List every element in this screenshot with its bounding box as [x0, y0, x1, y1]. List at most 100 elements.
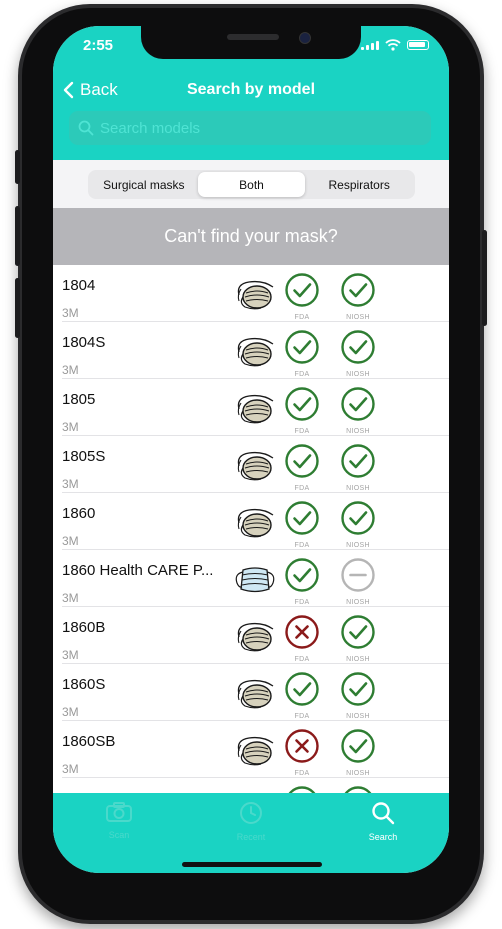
niosh-status: NIOSH — [338, 785, 378, 793]
niosh-status: NIOSH — [338, 272, 378, 321]
tab-search[interactable]: Search — [317, 801, 449, 842]
fda-status: FDA — [282, 614, 322, 663]
fda-status: FDA — [282, 500, 322, 549]
mask-type-icon-wrap — [233, 676, 277, 715]
tab-search-label: Search — [368, 832, 398, 842]
search-icon — [372, 802, 395, 825]
niosh-label: NIOSH — [346, 371, 370, 378]
niosh-label: NIOSH — [346, 314, 370, 321]
mask-row[interactable]: 1805 3M FDA NIOSH — [53, 379, 449, 436]
fda-label: FDA — [294, 713, 310, 720]
mask-model-name: 1804 — [62, 277, 96, 294]
volume-down-button — [15, 278, 20, 338]
search-placeholder: Search models — [100, 119, 201, 137]
mask-type-icon-wrap — [233, 733, 277, 772]
fda-status: FDA — [282, 671, 322, 720]
respirator-mask-icon — [237, 622, 274, 652]
x-circle-icon — [285, 615, 319, 649]
mask-brand: 3M — [62, 648, 79, 662]
check-circle-icon — [285, 558, 319, 592]
mask-row[interactable]: 1860 Health CARE P... 3M FDA NIOSH — [53, 550, 449, 607]
mask-row[interactable]: 1860B 3M FDA NIOSH — [53, 607, 449, 664]
segment-surgical-masks[interactable]: Surgical masks — [90, 172, 198, 197]
segment-both[interactable]: Both — [197, 172, 306, 197]
mask-row[interactable]: 1804 3M FDA NIOSH — [53, 265, 449, 322]
mask-model-name: 1860 Health CARE P... — [62, 562, 214, 579]
tab-scan[interactable]: Scan — [53, 801, 185, 840]
respirator-mask-icon — [237, 508, 274, 538]
fda-status: FDA — [282, 443, 322, 492]
wifi-icon — [385, 39, 401, 51]
check-circle-icon — [285, 273, 319, 307]
mask-list: 1804 3M FDA NIOSH 1804S 3M FDA NIOSH 1805 3M FDA NI… — [53, 265, 449, 793]
tab-recent[interactable]: Recent — [185, 801, 317, 842]
mask-model-name: 1860 — [62, 505, 96, 522]
cant-find-mask-button[interactable]: Can't find your mask? — [53, 208, 449, 265]
fda-label: FDA — [294, 314, 310, 321]
volume-up-button — [15, 206, 20, 266]
mask-row[interactable]: 1805S 3M FDA NIOSH — [53, 436, 449, 493]
tab-recent-label: Recent — [236, 832, 266, 842]
notch — [141, 26, 361, 59]
fda-label: FDA — [294, 599, 310, 606]
niosh-label: NIOSH — [346, 428, 370, 435]
respirator-mask-icon — [237, 337, 274, 367]
fda-label: FDA — [294, 371, 310, 378]
respirator-mask-icon — [237, 451, 274, 481]
fda-status: FDA — [282, 728, 322, 777]
mask-type-icon-wrap — [233, 277, 277, 316]
check-circle-icon — [341, 615, 375, 649]
niosh-label: NIOSH — [346, 485, 370, 492]
mask-row[interactable]: 1804S 3M FDA NIOSH — [53, 322, 449, 379]
check-circle-icon — [285, 672, 319, 706]
search-icon — [78, 120, 94, 136]
mask-type-icon-wrap — [233, 562, 277, 601]
niosh-status: NIOSH — [338, 386, 378, 435]
check-circle-icon — [341, 444, 375, 478]
mask-brand: 3M — [62, 420, 79, 434]
mask-model-name: 1805 — [62, 391, 96, 408]
surgical-mask-icon — [235, 567, 275, 593]
niosh-status: NIOSH — [338, 728, 378, 777]
check-circle-icon — [285, 387, 319, 421]
mask-type-icon-wrap — [233, 619, 277, 658]
mask-brand: 3M — [62, 534, 79, 548]
mask-row[interactable]: 18703MFDANIOSH — [53, 778, 449, 793]
mask-type-icon-wrap — [233, 391, 277, 430]
app-screen: 2:55 Back Search by model Search models … — [53, 26, 449, 873]
fda-status: FDA — [282, 329, 322, 378]
mask-row[interactable]: 1860 3M FDA NIOSH — [53, 493, 449, 550]
mask-brand: 3M — [62, 306, 79, 320]
check-circle-icon — [341, 672, 375, 706]
camera-icon — [106, 802, 132, 822]
minus-circle-icon — [341, 558, 375, 592]
mask-brand: 3M — [62, 477, 79, 491]
search-input[interactable]: Search models — [69, 111, 431, 145]
fda-label: FDA — [294, 656, 310, 663]
niosh-status: NIOSH — [338, 557, 378, 606]
check-circle-icon — [341, 729, 375, 763]
mask-row[interactable]: 1860S 3M FDA NIOSH — [53, 664, 449, 721]
mask-model-name: 1860S — [62, 676, 106, 693]
tab-scan-label: Scan — [108, 830, 130, 840]
check-circle-icon — [288, 786, 316, 793]
mute-switch — [15, 150, 20, 184]
check-circle-icon — [341, 330, 375, 364]
mask-model-name: 1805S — [62, 448, 106, 465]
power-button — [482, 230, 487, 326]
check-circle-icon — [344, 786, 372, 793]
segment-respirators[interactable]: Respirators — [305, 172, 413, 197]
mask-type-icon-wrap — [233, 505, 277, 544]
signal-icon — [361, 40, 379, 50]
check-circle-icon — [285, 444, 319, 478]
mask-brand: 3M — [62, 762, 79, 776]
fda-status: FDA — [282, 272, 322, 321]
check-circle-icon — [341, 501, 375, 535]
x-circle-icon — [285, 729, 319, 763]
battery-icon — [407, 40, 429, 50]
mask-brand: 3M — [62, 591, 79, 605]
mask-row[interactable]: 1860SB 3M FDA NIOSH — [53, 721, 449, 778]
mask-type-icon-wrap — [233, 334, 277, 373]
respirator-mask-icon — [237, 280, 274, 310]
home-indicator — [182, 862, 322, 867]
